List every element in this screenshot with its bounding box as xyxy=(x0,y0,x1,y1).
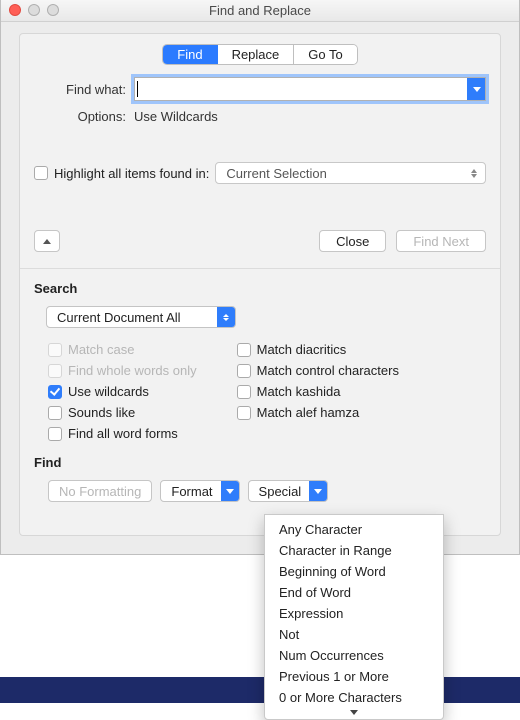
check-use-wildcards[interactable]: Use wildcards xyxy=(48,384,197,399)
find-what-field[interactable] xyxy=(134,77,486,101)
updown-icon xyxy=(469,169,479,178)
checkbox-label: Sounds like xyxy=(68,405,135,420)
special-menu-popup: Any CharacterCharacter in RangeBeginning… xyxy=(264,514,444,720)
highlight-label: Highlight all items found in: xyxy=(54,166,209,181)
chevron-down-icon xyxy=(473,87,481,92)
menu-item-num-occurrences[interactable]: Num Occurrences xyxy=(265,645,443,666)
check-sounds-like[interactable]: Sounds like xyxy=(48,405,197,420)
menu-item-previous-1-or-more[interactable]: Previous 1 or More xyxy=(265,666,443,687)
search-scope-select[interactable]: Current Document All xyxy=(46,306,236,328)
no-formatting-button[interactable]: No Formatting xyxy=(48,480,152,502)
menu-item-0-or-more-characters[interactable]: 0 or More Characters xyxy=(265,687,443,708)
chevron-down-icon xyxy=(314,489,322,494)
minimize-window-icon xyxy=(28,4,40,16)
checkbox-label: Find all word forms xyxy=(68,426,178,441)
close-window-icon[interactable] xyxy=(9,4,21,16)
checkbox-label: Match alef hamza xyxy=(257,405,360,420)
checkbox[interactable] xyxy=(237,385,251,399)
check-match-control-characters[interactable]: Match control characters xyxy=(237,363,399,378)
find-heading: Find xyxy=(34,455,486,470)
search-scope-value: Current Document All xyxy=(57,310,181,325)
check-match-alef-hamza[interactable]: Match alef hamza xyxy=(237,405,399,420)
checkbox-label: Match kashida xyxy=(257,384,341,399)
checkbox-label: Use wildcards xyxy=(68,384,149,399)
zoom-window-icon xyxy=(47,4,59,16)
checkbox xyxy=(48,364,62,378)
checkbox[interactable] xyxy=(48,427,62,441)
checkbox[interactable] xyxy=(48,406,62,420)
menu-scroll-down[interactable] xyxy=(265,710,443,715)
highlight-scope-select[interactable]: Current Selection xyxy=(215,162,486,184)
search-heading: Search xyxy=(34,281,486,296)
checkbox[interactable] xyxy=(48,385,62,399)
find-what-input[interactable] xyxy=(138,79,467,99)
checkbox[interactable] xyxy=(237,406,251,420)
menu-item-end-of-word[interactable]: End of Word xyxy=(265,582,443,603)
check-find-whole-words-only: Find whole words only xyxy=(48,363,197,378)
check-match-case: Match case xyxy=(48,342,197,357)
checkbox[interactable] xyxy=(237,364,251,378)
titlebar: Find and Replace xyxy=(1,0,519,22)
close-button[interactable]: Close xyxy=(319,230,386,252)
check-match-kashida[interactable]: Match kashida xyxy=(237,384,399,399)
checkbox-label: Match control characters xyxy=(257,363,399,378)
check-match-diacritics[interactable]: Match diacritics xyxy=(237,342,399,357)
highlight-checkbox[interactable] xyxy=(34,166,48,180)
checkbox xyxy=(48,343,62,357)
dialog-body: Find Replace Go To Find what: Options: U… xyxy=(19,33,501,536)
checkbox[interactable] xyxy=(237,343,251,357)
format-menu-button[interactable]: Format xyxy=(160,480,239,502)
dialog-window: Find and Replace Find Replace Go To Find… xyxy=(0,0,520,555)
updown-icon xyxy=(217,307,235,327)
menu-item-any-character[interactable]: Any Character xyxy=(265,519,443,540)
tab-find[interactable]: Find xyxy=(163,45,217,64)
find-history-dropdown[interactable] xyxy=(467,78,485,100)
tab-goto[interactable]: Go To xyxy=(294,45,356,64)
checkbox-label: Match diacritics xyxy=(257,342,347,357)
find-what-label: Find what: xyxy=(34,82,134,97)
options-value: Use Wildcards xyxy=(134,109,218,124)
window-controls xyxy=(9,4,59,16)
mode-tabs: Find Replace Go To xyxy=(34,44,486,65)
checkbox-label: Find whole words only xyxy=(68,363,197,378)
check-find-all-word-forms[interactable]: Find all word forms xyxy=(48,426,197,441)
menu-item-not[interactable]: Not xyxy=(265,624,443,645)
tab-replace[interactable]: Replace xyxy=(218,45,295,64)
checkbox-label: Match case xyxy=(68,342,134,357)
collapse-button[interactable] xyxy=(34,230,60,252)
menu-item-character-in-range[interactable]: Character in Range xyxy=(265,540,443,561)
window-title: Find and Replace xyxy=(209,3,311,18)
highlight-scope-value: Current Selection xyxy=(226,166,326,181)
options-label: Options: xyxy=(34,109,134,124)
menu-item-expression[interactable]: Expression xyxy=(265,603,443,624)
chevron-up-icon xyxy=(43,239,51,244)
special-menu-button[interactable]: Special xyxy=(248,480,329,502)
find-next-button[interactable]: Find Next xyxy=(396,230,486,252)
chevron-down-icon xyxy=(226,489,234,494)
menu-item-beginning-of-word[interactable]: Beginning of Word xyxy=(265,561,443,582)
